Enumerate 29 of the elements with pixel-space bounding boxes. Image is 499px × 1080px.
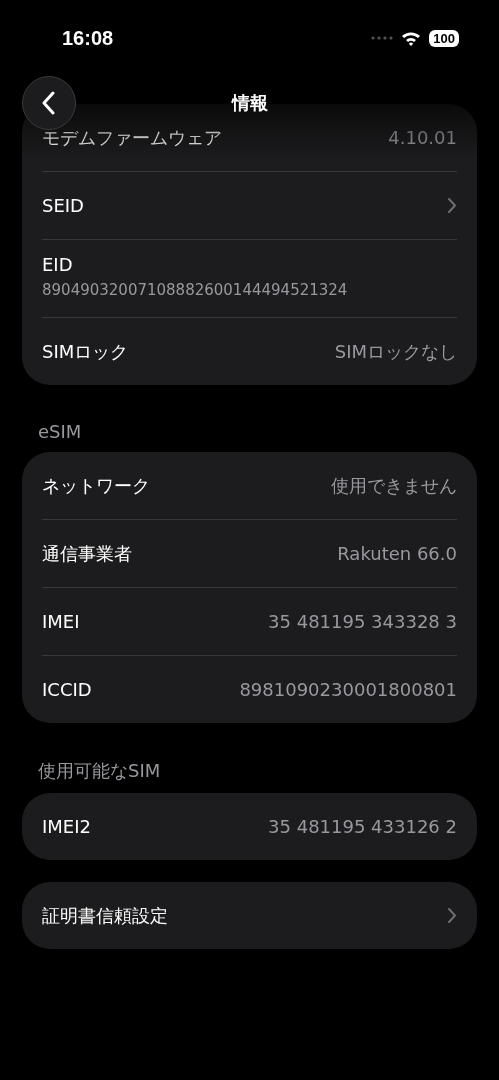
settings-link[interactable]: SEID — [42, 172, 457, 239]
chevron-icon — [447, 197, 457, 214]
row-value: 35 481195 433126 2 — [268, 816, 457, 837]
row-label: IMEI — [42, 611, 80, 632]
back-icon — [42, 91, 56, 115]
section-header: 使用可能なSIM — [37, 759, 162, 783]
back-button[interactable] — [22, 76, 76, 130]
row-value: 8981090230001800801 — [239, 679, 457, 700]
row-value: 35 481195 343328 3 — [268, 611, 457, 632]
row-value: Rakuten 66.0 — [337, 543, 457, 564]
row-label: モデムファームウェア — [42, 125, 222, 150]
row-value: 使用できません — [331, 473, 457, 498]
row-label: SIMロック — [42, 339, 129, 364]
status-time: 16:08 — [62, 26, 114, 50]
signal-icon — [371, 36, 394, 40]
chevron-icon — [447, 907, 457, 924]
row-label: IMEI2 — [42, 816, 91, 837]
row-value: 4.10.01 — [388, 127, 457, 148]
row-label: ICCID — [42, 679, 92, 700]
row-label: EID — [42, 254, 74, 275]
settings-link[interactable]: 証明書信頼設定 — [42, 882, 457, 949]
battery-level: 100 — [429, 29, 459, 47]
wifi-icon — [401, 30, 422, 46]
row-label: ネットワーク — [42, 473, 150, 498]
row-label: 通信事業者 — [42, 541, 132, 566]
row-value: SIMロックなし — [334, 339, 457, 364]
section-header: eSIM — [37, 420, 83, 444]
row-value: 89049032007108882600144494521324 — [42, 281, 349, 299]
nav-title: 情報 — [231, 91, 268, 115]
